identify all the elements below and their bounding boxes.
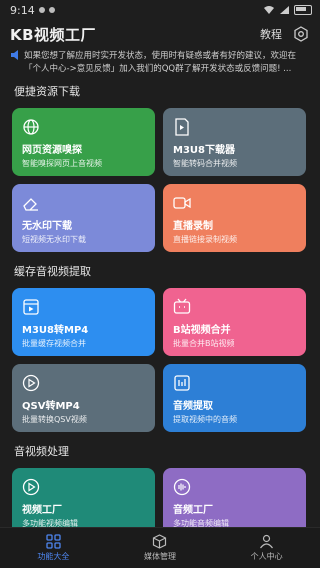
card-subtitle: 批量缓存视频合并: [22, 339, 86, 348]
tv-icon: [173, 298, 191, 314]
person-icon: [260, 534, 274, 549]
grid-icon: [46, 534, 61, 549]
card-grid-cache-extract: M3U8转MP4 批量缓存视频合并 B站视频合并 批量合并B站视频 QSV转MP…: [0, 288, 320, 432]
card-subtitle: 批量合并B站视频: [173, 339, 235, 348]
card-m3u8-downloader[interactable]: M3U8下载器 智能转码合并视频: [163, 108, 306, 176]
play-circle-icon: [22, 374, 40, 392]
card-title: 网页资源嗅探: [22, 145, 82, 156]
status-time: 9:14: [10, 3, 35, 17]
nav-features[interactable]: 功能大全: [13, 534, 93, 562]
card-no-watermark[interactable]: 无水印下载 短视频无水印下载: [12, 184, 155, 252]
notice-text: 如果您想了解应用时实开发状态，使用时有疑惑或者有好的建议，欢迎在「个人中心->意…: [24, 51, 297, 74]
card-subtitle: 短视频无水印下载: [22, 235, 86, 244]
card-grid-resource-download: 网页资源嗅探 智能嗅探网页上音视频 M3U8下载器 智能转码合并视频 无水印下载…: [0, 108, 320, 252]
card-subtitle: 直播链接录制视频: [173, 235, 237, 244]
card-audio-extract[interactable]: 音频提取 提取视频中的音频: [163, 364, 306, 432]
notification-icon: [48, 7, 55, 13]
card-title: B站视频合并: [173, 325, 231, 336]
nav-label: 功能大全: [37, 552, 70, 561]
battery-icon: [294, 5, 312, 15]
card-subtitle: 智能嗅探网页上音视频: [22, 159, 102, 168]
wifi-icon: [264, 6, 274, 14]
nav-profile[interactable]: 个人中心: [227, 534, 307, 562]
card-video-factory[interactable]: 视频工厂 多功能视频编辑: [12, 468, 155, 536]
card-bilibili-merge[interactable]: B站视频合并 批量合并B站视频: [163, 288, 306, 356]
audio-extract-icon: [174, 375, 190, 391]
card-title: QSV转MP4: [22, 401, 80, 412]
card-m3u8-to-mp4[interactable]: M3U8转MP4 批量缓存视频合并: [12, 288, 155, 356]
card-title: 无水印下载: [22, 221, 72, 232]
file-video-icon: [175, 118, 189, 136]
card-title: 音频工厂: [173, 505, 213, 516]
video-camera-icon: [173, 197, 191, 209]
card-title: 视频工厂: [22, 505, 62, 516]
card-subtitle: 智能转码合并视频: [173, 159, 237, 168]
section-title-cache-extract: 缓存音视频提取: [14, 265, 91, 278]
section-title-av-processing: 音视频处理: [14, 445, 69, 458]
eraser-icon: [23, 198, 38, 211]
card-subtitle: 批量转换QSV视频: [22, 415, 87, 424]
tutorial-link[interactable]: 教程: [260, 26, 282, 42]
speaker-icon: [10, 50, 24, 80]
nav-label: 媒体管理: [143, 552, 176, 561]
card-web-sniff[interactable]: 网页资源嗅探 智能嗅探网页上音视频: [12, 108, 155, 176]
signal-icon: [280, 6, 289, 14]
section-title-resource-download: 便捷资源下载: [14, 85, 80, 98]
app-title: KB视频工厂: [10, 25, 97, 44]
card-title: 直播录制: [173, 221, 213, 232]
card-audio-factory[interactable]: 音频工厂 多功能音频编辑: [163, 468, 306, 536]
notification-icon: [38, 7, 45, 13]
globe-icon: [23, 119, 39, 135]
cube-icon: [153, 534, 167, 549]
card-title: M3U8下载器: [173, 145, 235, 156]
play-circle-icon: [22, 478, 40, 496]
card-title: M3U8转MP4: [22, 325, 89, 336]
app-bar: KB视频工厂 教程: [0, 20, 320, 48]
card-grid-av-processing: 视频工厂 多功能视频编辑 音频工厂 多功能音频编辑: [0, 468, 320, 536]
card-subtitle: 提取视频中的音频: [173, 415, 237, 424]
card-title: 音频提取: [173, 401, 213, 412]
status-bar: 9:14: [0, 0, 320, 20]
notice-banner[interactable]: 如果您想了解应用时实开发状态，使用时有疑惑或者有好的建议，欢迎在「个人中心->意…: [0, 48, 320, 80]
card-qsv-to-mp4[interactable]: QSV转MP4 批量转换QSV视频: [12, 364, 155, 432]
audio-wave-icon: [173, 478, 191, 496]
nav-media[interactable]: 媒体管理: [120, 534, 200, 562]
bottom-navigation: 功能大全 媒体管理 个人中心: [0, 527, 320, 568]
video-file-icon: [23, 299, 39, 315]
nav-label: 个人中心: [250, 552, 283, 561]
card-live-record[interactable]: 直播录制 直播链接录制视频: [163, 184, 306, 252]
gear-icon[interactable]: [292, 25, 310, 43]
